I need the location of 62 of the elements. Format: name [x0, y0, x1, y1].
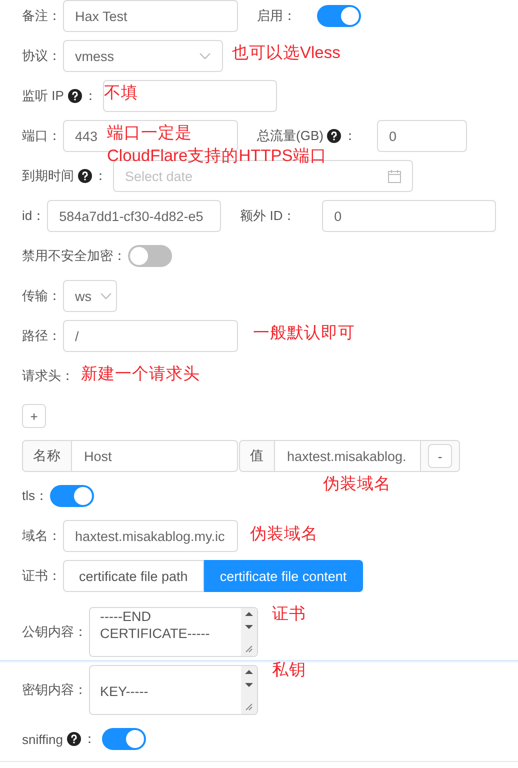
- calendar-icon: [388, 170, 401, 182]
- value-addon: 值: [239, 440, 275, 472]
- field-label: 到期时间: [22, 167, 74, 185]
- field-label: 请求头：: [22, 367, 74, 385]
- field-label: id：: [22, 207, 46, 225]
- toggle-switch[interactable]: [102, 728, 146, 750]
- toggle-switch[interactable]: [317, 5, 361, 27]
- field-label: tls：: [22, 487, 48, 505]
- resize-handle-icon[interactable]: [245, 645, 253, 653]
- chevron-down-icon: [100, 292, 112, 300]
- colon: ：: [343, 127, 356, 145]
- annotation-note: 一般默认即可: [253, 323, 355, 343]
- annotation-note: 不填: [104, 83, 138, 103]
- input-field[interactable]: /: [63, 320, 238, 352]
- colon: ：: [82, 730, 96, 748]
- segment-option[interactable]: certificate file content: [204, 560, 363, 592]
- segment-option[interactable]: certificate file path: [63, 560, 204, 592]
- select-field[interactable]: vmess: [63, 40, 223, 72]
- field-label: 监听 IP: [22, 87, 64, 105]
- input-field[interactable]: [102, 80, 277, 112]
- annotation-note: 伪装域名: [250, 524, 318, 544]
- colon: ：: [84, 87, 97, 105]
- field-label: 密钥内容：: [22, 681, 87, 699]
- input-field[interactable]: Hax Test: [63, 0, 238, 32]
- field-label: 端口：: [22, 127, 61, 145]
- text-area[interactable]: -----END CERTIFICATE-----: [89, 607, 258, 657]
- field-label: 额外 ID：: [240, 207, 296, 225]
- field-label: 传输：: [22, 287, 61, 305]
- field-label: 域名：: [22, 527, 61, 545]
- field-label: 备注：: [22, 7, 61, 25]
- chevron-down-icon: [199, 52, 211, 60]
- resize-handle-icon[interactable]: [245, 703, 253, 711]
- input-field[interactable]: haxtest.misakablog.my.ic: [63, 520, 238, 552]
- field-label: 禁用不安全加密：: [22, 247, 126, 265]
- scroll-arrows-icon[interactable]: [245, 611, 253, 631]
- annotation-note: 证书: [272, 604, 306, 624]
- field-label: 总流量(GB): [257, 127, 324, 145]
- field-label: 启用：: [257, 7, 296, 25]
- input-field[interactable]: 0: [322, 200, 496, 232]
- annotation-note: 伪装域名: [323, 474, 391, 494]
- annotation-note: 私钥: [272, 660, 306, 680]
- field-label: 路径：: [22, 327, 61, 345]
- select-field[interactable]: ws: [63, 280, 117, 312]
- field-label: 协议：: [22, 47, 61, 65]
- field-label: 公钥内容：: [22, 623, 87, 641]
- name-addon: 名称: [22, 440, 72, 472]
- input-field[interactable]: Host: [72, 440, 238, 472]
- colon: ：: [94, 167, 107, 185]
- toggle-switch[interactable]: [50, 485, 94, 507]
- scroll-arrows-icon[interactable]: [245, 669, 253, 689]
- input-field[interactable]: 584a7dd1-cf30-4d82-e5: [47, 200, 222, 232]
- text-area[interactable]: KEY-----: [89, 665, 258, 715]
- input-field[interactable]: haxtest.misakablog.: [275, 440, 421, 472]
- annotation-note: 也可以选Vless: [232, 43, 340, 63]
- toggle-switch[interactable]: [128, 245, 172, 267]
- annotation-note: 新建一个请求头: [81, 364, 200, 384]
- add-button[interactable]: +: [22, 404, 46, 428]
- remove-button[interactable]: -: [428, 444, 452, 468]
- annotation-note: 端口一定是: [107, 123, 192, 143]
- input-field[interactable]: 0: [377, 120, 467, 152]
- field-label: sniffing: [22, 732, 63, 746]
- field-label: 证书：: [22, 567, 61, 585]
